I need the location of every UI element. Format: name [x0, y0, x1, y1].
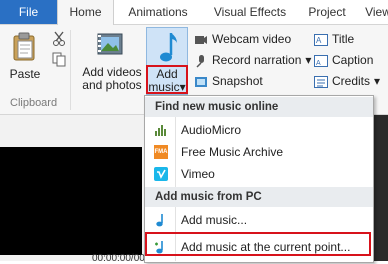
caption-icon: A: [314, 54, 328, 67]
caption-label: Caption: [332, 53, 374, 67]
title-icon: A: [314, 33, 328, 46]
svg-text:A: A: [316, 36, 322, 45]
paste-icon: [13, 32, 35, 61]
menu-item-free-music-archive[interactable]: FMA Free Music Archive: [145, 141, 373, 163]
add-music-current-point-highlight: [145, 232, 371, 256]
menu-item-audiomicro[interactable]: AudioMicro: [145, 119, 373, 141]
tab-home[interactable]: Home: [57, 0, 114, 25]
snapshot-icon: [195, 76, 207, 87]
paste-button[interactable]: Paste: [6, 30, 44, 82]
clipboard-group-label: Clipboard: [10, 97, 58, 109]
film-photo-icon: [97, 33, 123, 55]
tab-view[interactable]: View: [358, 0, 388, 24]
title-button[interactable]: A Title: [314, 30, 354, 48]
tab-project[interactable]: Project: [303, 0, 351, 24]
snapshot-button[interactable]: Snapshot: [194, 72, 263, 90]
credits-icon: [314, 75, 328, 88]
webcam-video-label: Webcam video: [212, 32, 292, 46]
menu-item-vimeo[interactable]: Vimeo: [145, 163, 373, 185]
webcam-icon: [195, 35, 207, 44]
storyboard-strip: [372, 115, 388, 261]
menu-item-label: Add music...: [181, 213, 248, 227]
menu-header-pc: Add music from PC: [145, 187, 373, 207]
add-videos-photos-button[interactable]: Add videos and photos: [80, 28, 144, 92]
fma-icon: FMA: [154, 145, 168, 159]
record-narration-label: Record narration: [212, 53, 302, 67]
add-videos-label-line2: and photos: [82, 78, 142, 92]
music-note-small-icon: [156, 214, 163, 227]
menu-header-online: Find new music online: [145, 97, 373, 117]
paste-label: Paste: [9, 67, 41, 81]
menu-item-label: Vimeo: [181, 167, 215, 181]
tab-visual-effects[interactable]: Visual Effects: [205, 0, 295, 24]
microphone-icon: [196, 54, 204, 68]
credits-button[interactable]: Credits ▾: [314, 72, 380, 90]
menu-item-add-music[interactable]: Add music...: [145, 209, 373, 231]
video-preview: [0, 147, 142, 255]
music-note-icon: [160, 33, 177, 62]
cut-icon[interactable]: [52, 31, 66, 47]
title-label: Title: [332, 32, 355, 46]
vimeo-icon: [154, 167, 168, 181]
tab-file[interactable]: File: [0, 0, 57, 24]
ribbon-tab-bar: File Home Animations Visual Effects Proj…: [0, 0, 388, 25]
add-music-highlight: [146, 65, 188, 94]
audiomicro-icon: [155, 125, 166, 136]
ribbon-separator: [70, 30, 71, 110]
caption-button[interactable]: A Caption: [314, 51, 373, 69]
webcam-video-button[interactable]: Webcam video: [194, 30, 291, 48]
menu-item-label: AudioMicro: [181, 123, 242, 137]
snapshot-label: Snapshot: [212, 74, 263, 88]
record-narration-button[interactable]: Record narration ▾: [194, 51, 311, 69]
copy-icon[interactable]: [52, 52, 66, 68]
credits-label: Credits: [332, 74, 371, 88]
tab-animations[interactable]: Animations: [119, 0, 197, 24]
credits-dropdown-arrow-icon: ▾: [374, 74, 381, 88]
menu-item-label: Free Music Archive: [181, 145, 284, 159]
svg-text:A: A: [316, 60, 321, 67]
record-dropdown-arrow-icon: ▾: [305, 53, 312, 67]
